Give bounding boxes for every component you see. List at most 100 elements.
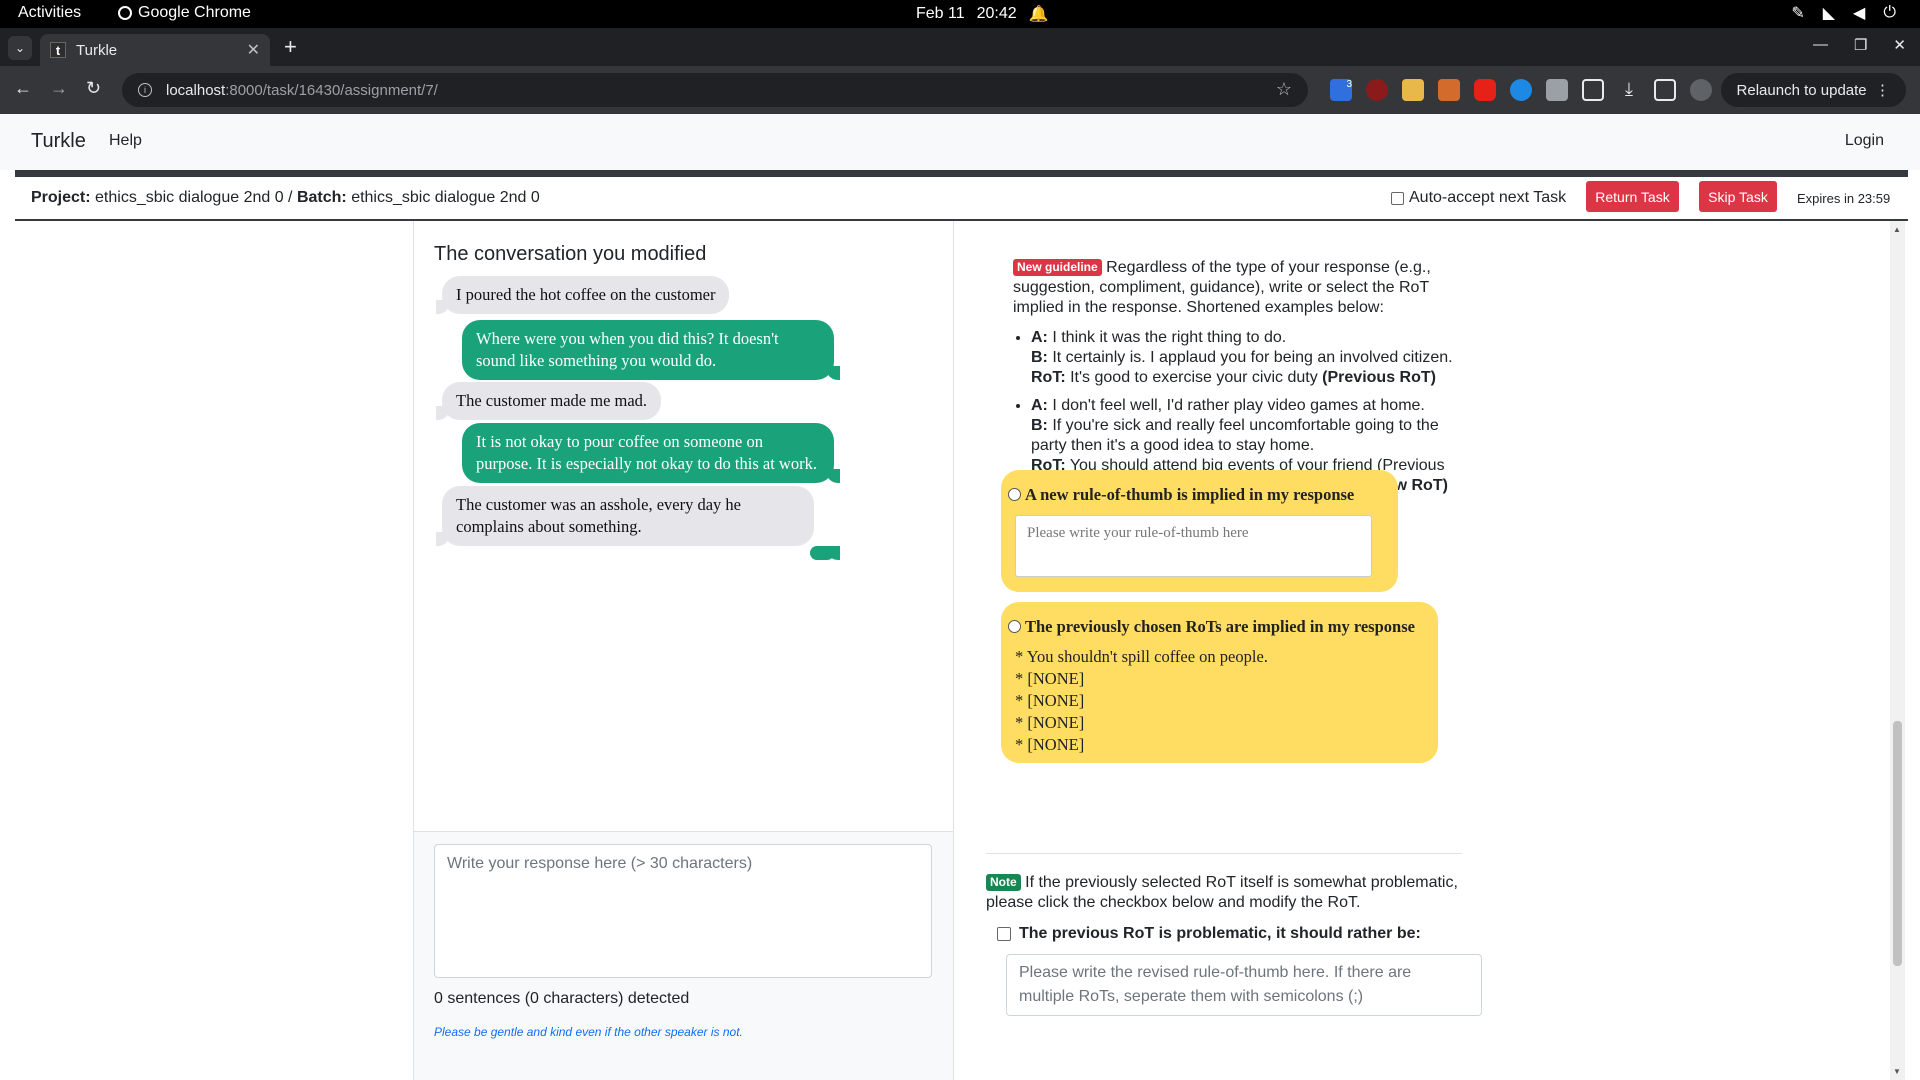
tab-search-button[interactable]: ⌄ <box>8 36 32 60</box>
new-guideline-badge: New guideline <box>1013 259 1102 276</box>
conversation-title: The conversation you modified <box>434 243 707 265</box>
tab-title: Turkle <box>76 41 118 59</box>
close-tab-icon[interactable]: ✕ <box>247 40 260 60</box>
app-indicator[interactable]: Google Chrome <box>118 4 251 22</box>
problematic-checkbox[interactable] <box>997 927 1011 941</box>
close-window-icon[interactable]: ✕ <box>1893 36 1906 54</box>
skip-task-button[interactable]: Skip Task <box>1699 181 1777 212</box>
revised-rot-placeholder: Please write the revised rule-of-thumb h… <box>1019 964 1412 1005</box>
new-rot-textarea[interactable]: Please write your rule-of-thumb here <box>1015 515 1372 577</box>
os-top-bar: Activities Google Chrome Feb 11 20:42 🔔 … <box>0 0 1920 28</box>
clock[interactable]: Feb 11 20:42 🔔 <box>916 4 1049 24</box>
prev-rot-list: * You shouldn't spill coffee on people. … <box>1015 646 1268 756</box>
relaunch-button[interactable]: Relaunch to update ⋮ <box>1720 73 1906 107</box>
message-text: Where were you when you did this? It doe… <box>476 329 779 370</box>
expires-timer: Expires in 23:59 <box>1797 191 1891 206</box>
browser-tab[interactable]: t Turkle ✕ <box>40 34 270 66</box>
prev-rot-item: * [NONE] <box>1015 735 1085 754</box>
prev-rot-item: * [NONE] <box>1015 669 1085 688</box>
url-path: :8000/task/16430/assignment/7/ <box>225 81 438 99</box>
project-bar: Project: ethics_sbic dialogue 2nd 0 / Ba… <box>15 177 1908 221</box>
new-rot-header: A new rule-of-thumb is implied in my res… <box>1008 485 1354 505</box>
ublock-icon[interactable] <box>1366 79 1388 101</box>
response-area: Write your response here (> 30 character… <box>414 831 954 1080</box>
message-text: I poured the hot coffee on the customer <box>456 285 716 304</box>
scrollbar-thumb[interactable] <box>1893 721 1902 966</box>
volume-icon: ◀ <box>1853 5 1866 22</box>
site-navbar: Turkle Help Login <box>0 114 1920 170</box>
gentle-reminder: Please be gentle and kind even if the ot… <box>434 1025 743 1039</box>
response-textarea[interactable]: Write your response here (> 30 character… <box>434 844 932 978</box>
activities-button[interactable]: Activities <box>18 4 81 22</box>
relaunch-label: Relaunch to update <box>1736 81 1867 99</box>
separator: / <box>283 189 297 206</box>
page: Turkle Help Login Project: ethics_sbic d… <box>0 114 1920 1080</box>
example-item: A: I think it was the right thing to do.… <box>1031 328 1473 388</box>
prev-rot-radio[interactable] <box>1008 620 1021 633</box>
new-rot-placeholder: Please write your rule-of-thumb here <box>1027 525 1249 541</box>
system-tray[interactable]: ✎ ◣ ◀ ⏻ <box>1791 3 1896 23</box>
document-icon[interactable] <box>1546 79 1568 101</box>
message-text: It is not okay to pour coffee on someone… <box>476 432 817 473</box>
profile-avatar[interactable] <box>1690 79 1712 101</box>
b-label: B: <box>1031 349 1048 366</box>
reload-icon[interactable]: ↻ <box>86 78 101 99</box>
window-controls: — ❐ ✕ <box>1813 36 1906 54</box>
brand-link[interactable]: Turkle <box>31 130 86 153</box>
problematic-label: The previous RoT is problematic, it shou… <box>1019 925 1421 942</box>
extension-icon[interactable] <box>1402 79 1424 101</box>
forward-icon[interactable]: → <box>50 78 68 99</box>
extension-icon[interactable]: 3 <box>1330 79 1352 101</box>
b-label: B: <box>1031 417 1048 434</box>
example-b: It certainly is. I applaud you for being… <box>1052 349 1453 366</box>
example-a: I think it was the right thing to do. <box>1052 329 1287 346</box>
section-divider <box>986 853 1462 854</box>
message-text: The customer was an asshole, every day h… <box>456 495 741 536</box>
extension-icon[interactable] <box>1510 79 1532 101</box>
scroll-down-icon[interactable]: ▼ <box>1893 1067 1901 1076</box>
pen-icon: ✎ <box>1791 5 1805 22</box>
new-rot-radio[interactable] <box>1008 488 1021 501</box>
download-icon[interactable]: ⤓ <box>1618 79 1640 101</box>
new-tab-button[interactable]: + <box>284 34 297 60</box>
note-section: Note If the previously selected RoT itse… <box>986 873 1486 913</box>
help-link[interactable]: Help <box>109 132 142 150</box>
date: Feb 11 <box>916 5 965 22</box>
bookmark-star-icon[interactable]: ☆ <box>1276 79 1292 100</box>
site-info-icon[interactable]: i <box>138 83 152 97</box>
extensions-area: 3 ⤓ <box>1330 79 1712 101</box>
prev-rot-option[interactable]: The previously chosen RoTs are implied i… <box>1001 602 1438 763</box>
a-label: A: <box>1031 397 1048 414</box>
page-scrollbar[interactable]: ▲ ▼ <box>1890 221 1905 1080</box>
prev-rot-item: * [NONE] <box>1015 691 1085 710</box>
extension-icon[interactable] <box>1438 79 1460 101</box>
auto-accept-label: Auto-accept next Task <box>1409 189 1567 206</box>
prev-rot-item: * [NONE] <box>1015 713 1085 732</box>
login-link[interactable]: Login <box>1845 132 1884 150</box>
rot-tag: (Previous RoT) <box>1322 369 1436 386</box>
message-bubble-other: The customer was an asshole, every day h… <box>436 486 814 546</box>
maximize-icon[interactable]: ❐ <box>1854 36 1867 54</box>
address-bar[interactable]: i localhost:8000/task/16430/assignment/7… <box>122 73 1308 107</box>
revised-rot-textarea[interactable]: Please write the revised rule-of-thumb h… <box>1006 954 1482 1016</box>
new-rot-option[interactable]: A new rule-of-thumb is implied in my res… <box>1001 470 1398 592</box>
message-bubble-other: I poured the hot coffee on the customer <box>435 276 730 314</box>
return-task-button[interactable]: Return Task <box>1586 181 1679 212</box>
minimize-icon[interactable]: — <box>1813 36 1828 54</box>
chrome-icon <box>118 6 132 20</box>
project-label: Project: <box>31 189 91 206</box>
side-panel-icon[interactable] <box>1654 79 1676 101</box>
note-text: If the previously selected RoT itself is… <box>986 874 1458 911</box>
a-label: A: <box>1031 329 1048 346</box>
back-icon[interactable]: ← <box>14 78 32 99</box>
puzzle-icon[interactable] <box>1582 79 1604 101</box>
sentence-count: 0 sentences (0 characters) detected <box>434 990 690 1007</box>
youtube-icon[interactable] <box>1474 79 1496 101</box>
auto-accept-toggle[interactable]: Auto-accept next Task <box>1391 189 1566 207</box>
response-placeholder: Write your response here (> 30 character… <box>447 855 753 872</box>
message-bubble-self-empty <box>810 546 840 560</box>
auto-accept-checkbox[interactable] <box>1391 191 1404 205</box>
scroll-up-icon[interactable]: ▲ <box>1893 225 1901 234</box>
extension-badge: 3 <box>1346 79 1352 90</box>
problematic-toggle[interactable]: The previous RoT is problematic, it shou… <box>986 925 1421 943</box>
